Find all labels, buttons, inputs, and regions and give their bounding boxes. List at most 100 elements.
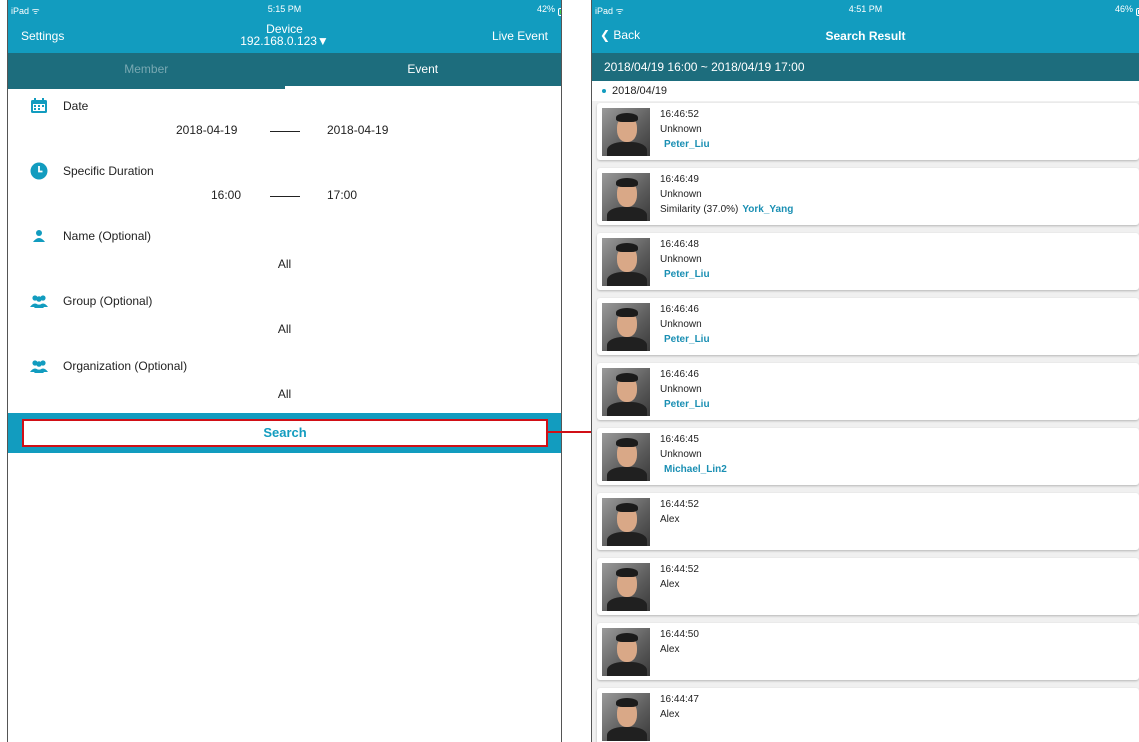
organization-field: Organization (Optional) All: [8, 349, 561, 414]
face-thumbnail: [602, 238, 650, 286]
search-strip: Search: [8, 413, 561, 453]
person-icon: [30, 227, 48, 245]
connector-arrow-line: [548, 431, 592, 433]
face-thumbnail: [602, 108, 650, 156]
date-field: Date 2018-04-19 2018-04-19: [8, 89, 561, 154]
date-group-header: 2018/04/19: [592, 81, 1139, 101]
result-item[interactable]: 16:44:50 Alex: [597, 623, 1139, 680]
live-event-button[interactable]: Live Event: [492, 29, 548, 43]
result-status: Alex: [660, 709, 680, 720]
result-time: 16:44:52: [660, 564, 699, 575]
face-thumbnail: [602, 433, 650, 481]
page-title: Search Result: [825, 29, 906, 43]
search-button[interactable]: Search: [22, 419, 548, 447]
duration-from[interactable]: 16:00: [211, 188, 241, 202]
result-item[interactable]: 16:46:49 Unknown Similarity (37.0%) York_Ya…: [597, 168, 1139, 225]
date-group-label: 2018/04/19: [612, 85, 668, 97]
result-time: 16:44:47: [660, 694, 699, 705]
face-thumbnail: [602, 498, 650, 546]
result-time: 16:46:52: [660, 109, 699, 120]
result-status: Alex: [660, 579, 680, 590]
matched-name[interactable]: Peter_Liu: [664, 399, 710, 410]
result-time: 16:44:50: [660, 629, 699, 640]
result-status: Unknown: [660, 449, 702, 460]
result-status: Alex: [660, 644, 680, 655]
result-time: 16:46:49: [660, 174, 699, 185]
organization-label: Organization (Optional): [63, 359, 188, 373]
face-thumbnail: [602, 628, 650, 676]
result-item[interactable]: 16:46:45 Unknown Michael_Lin2: [597, 428, 1139, 485]
matched-name[interactable]: Peter_Liu: [664, 269, 710, 280]
duration-dash: [270, 196, 300, 197]
name-value[interactable]: All: [8, 257, 561, 271]
matched-name[interactable]: Michael_Lin2: [664, 464, 727, 475]
duration-label: Specific Duration: [63, 164, 154, 178]
result-item[interactable]: 16:46:46 Unknown Peter_Liu: [597, 298, 1139, 355]
status-bar: iPad ᯤ 4:51 PM 46%: [592, 0, 1139, 19]
search-form-screen: iPad ᯤ 5:15 PM 42% Settings Device 192.1…: [7, 0, 562, 742]
result-status: Unknown: [660, 124, 702, 135]
duration-to[interactable]: 17:00: [327, 188, 357, 202]
nav-bar: Settings Device 192.168.0.123▼ Live Even…: [8, 19, 561, 53]
bullet-icon: [602, 89, 606, 94]
clock: 5:15 PM: [267, 4, 302, 14]
duration-field: Specific Duration 16:00 17:00: [8, 154, 561, 219]
time-range-bar: 2018/04/19 16:00 ~ 2018/04/19 17:00: [592, 53, 1139, 81]
organization-icon: [30, 357, 48, 375]
result-item[interactable]: 16:44:52 Alex: [597, 493, 1139, 550]
result-item[interactable]: 16:46:52 Unknown Peter_Liu: [597, 103, 1139, 160]
matched-name[interactable]: Peter_Liu: [664, 139, 710, 150]
clock-icon: [30, 162, 48, 180]
result-status: Unknown: [660, 319, 702, 330]
organization-value[interactable]: All: [8, 387, 561, 401]
result-match: Peter_Liu: [660, 269, 710, 280]
name-label: Name (Optional): [63, 229, 152, 243]
result-status: Unknown: [660, 384, 702, 395]
matched-name[interactable]: Peter_Liu: [664, 334, 710, 345]
result-status: Alex: [660, 514, 680, 525]
result-item[interactable]: 16:44:52 Alex: [597, 558, 1139, 615]
status-bar: iPad ᯤ 5:15 PM 42%: [8, 0, 561, 19]
result-status: Unknown: [660, 189, 702, 200]
battery-status: 42%: [537, 4, 561, 16]
result-time: 16:46:48: [660, 239, 699, 250]
clock: 4:51 PM: [848, 4, 883, 14]
face-thumbnail: [602, 693, 650, 741]
face-thumbnail: [602, 563, 650, 611]
result-match: Peter_Liu: [660, 334, 710, 345]
result-time: 16:46:46: [660, 369, 699, 380]
result-item[interactable]: 16:44:47 Alex: [597, 688, 1139, 742]
matched-name[interactable]: York_Yang: [742, 204, 793, 215]
device-ip: 192.168.0.123▼: [240, 34, 329, 48]
device-selector[interactable]: Device 192.168.0.123▼: [8, 23, 561, 47]
result-time: 16:46:46: [660, 304, 699, 315]
result-time: 16:46:45: [660, 434, 699, 445]
result-status: Unknown: [660, 254, 702, 265]
group-label: Group (Optional): [63, 294, 153, 308]
group-value[interactable]: All: [8, 322, 561, 336]
face-thumbnail: [602, 368, 650, 416]
similarity-text: Similarity (37.0%): [660, 204, 739, 215]
result-match: Peter_Liu: [660, 399, 710, 410]
date-to[interactable]: 2018-04-19: [327, 123, 388, 137]
tab-member[interactable]: Member: [8, 53, 285, 89]
group-field: Group (Optional) All: [8, 284, 561, 349]
date-from[interactable]: 2018-04-19: [176, 123, 237, 137]
date-dash: [270, 131, 300, 132]
face-thumbnail: [602, 303, 650, 351]
result-item[interactable]: 16:46:48 Unknown Peter_Liu: [597, 233, 1139, 290]
face-thumbnail: [602, 173, 650, 221]
group-icon: [30, 292, 48, 310]
result-item[interactable]: 16:46:46 Unknown Peter_Liu: [597, 363, 1139, 420]
date-label: Date: [63, 99, 89, 113]
result-time: 16:44:52: [660, 499, 699, 510]
battery-status: 46%: [1115, 4, 1139, 16]
nav-bar: ❮ Back Search Result: [592, 19, 1139, 53]
tab-event[interactable]: Event: [284, 53, 562, 89]
result-match: Similarity (37.0%) York_Yang: [660, 204, 793, 215]
tab-bar: Member Event: [8, 53, 561, 89]
result-match: Michael_Lin2: [660, 464, 727, 475]
battery-icon: [558, 8, 561, 16]
result-match: Peter_Liu: [660, 139, 710, 150]
calendar-icon: [30, 97, 48, 115]
